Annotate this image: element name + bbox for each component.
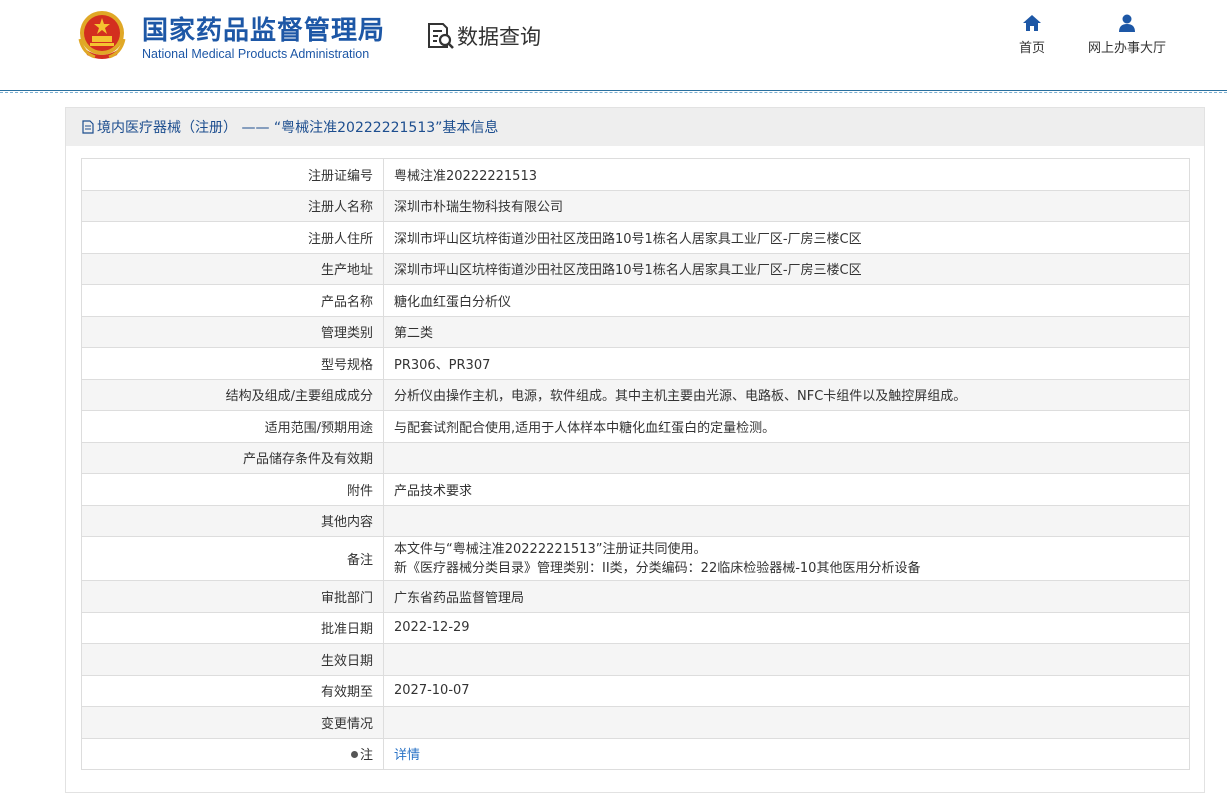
row-key: 注册证编号 xyxy=(81,158,384,191)
row-key: 备注 xyxy=(81,536,384,581)
table-row: 变更情况 xyxy=(81,706,1190,739)
row-key: 有效期至 xyxy=(81,674,384,707)
table-row: 其他内容 xyxy=(81,504,1190,537)
table-row: 有效期至 2027-10-07 xyxy=(81,674,1190,707)
row-value: 详情 xyxy=(383,737,1190,770)
table-row: 产品名称 糖化血红蛋白分析仪 xyxy=(81,284,1190,317)
row-key: 注册人住所 xyxy=(81,221,384,254)
nav-online-service-hall[interactable]: 网上办事大厅 xyxy=(1082,14,1172,56)
table-row: 适用范围/预期用途 与配套试剂配合使用,适用于人体样本中糖化血红蛋白的定量检测。 xyxy=(81,410,1190,443)
row-value: 糖化血红蛋白分析仪 xyxy=(383,284,1190,317)
document-search-icon xyxy=(428,23,454,49)
nav-home-label: 首页 xyxy=(1018,41,1045,56)
row-key: 产品储存条件及有效期 xyxy=(81,441,384,474)
nav-online-service-hall-label: 网上办事大厅 xyxy=(1087,41,1166,56)
row-value: 第二类 xyxy=(383,315,1190,348)
row-key: 变更情况 xyxy=(81,706,384,739)
row-value: 深圳市朴瑞生物科技有限公司 xyxy=(383,189,1190,222)
table-row: 结构及组成/主要组成成分 分析仪由操作主机，电源，软件组成。其中主机主要由光源、电… xyxy=(81,378,1190,411)
row-value: 分析仪由操作主机，电源，软件组成。其中主机主要由光源、电路板、NFC卡组件以及触… xyxy=(383,378,1190,411)
data-query-label: 数据查询 xyxy=(457,25,541,49)
table-row: 备注 本文件与“粤械注准20222221513”注册证共同使用。 新《医疗器械分… xyxy=(81,536,1190,581)
table-row: 生效日期 xyxy=(81,643,1190,676)
row-key: 结构及组成/主要组成成分 xyxy=(81,378,384,411)
row-key: 型号规格 xyxy=(81,347,384,380)
row-key: 附件 xyxy=(81,473,384,506)
row-key: 产品名称 xyxy=(81,284,384,317)
document-icon xyxy=(82,120,94,134)
data-query-link[interactable]: 数据查询 xyxy=(425,20,541,52)
user-icon xyxy=(1119,14,1135,32)
row-value: 与配套试剂配合使用,适用于人体样本中糖化血红蛋白的定量检测。 xyxy=(383,410,1190,443)
row-value: 本文件与“粤械注准20222221513”注册证共同使用。 新《医疗器械分类目录… xyxy=(383,536,1190,581)
national-emblem-logo xyxy=(78,11,126,59)
row-key: 审批部门 xyxy=(81,580,384,613)
row-key: 生产地址 xyxy=(81,252,384,285)
row-key: 注 xyxy=(81,737,384,770)
table-row: 批准日期 2022-12-29 xyxy=(81,611,1190,644)
table-row: 审批部门 广东省药品监督管理局 xyxy=(81,580,1190,613)
note-label: 注 xyxy=(359,748,373,764)
row-value: 广东省药品监督管理局 xyxy=(383,580,1190,613)
site-header: 国家药品监督管理局 National Medical Products Admi… xyxy=(0,0,1227,92)
table-row: 附件 产品技术要求 xyxy=(81,473,1190,506)
site-title: 国家药品监督管理局 xyxy=(142,16,386,46)
row-key: 管理类别 xyxy=(81,315,384,348)
row-value xyxy=(383,706,1190,739)
site-subtitle: National Medical Products Administration xyxy=(142,47,370,61)
row-value: 深圳市坪山区坑梓街道沙田社区茂田路10号1栋名人居家具工业厂区-厂房三楼C区 xyxy=(383,221,1190,254)
table-row: 产品储存条件及有效期 xyxy=(81,441,1190,474)
row-key: 适用范围/预期用途 xyxy=(81,410,384,443)
row-value: 2022-12-29 xyxy=(383,611,1190,644)
bullet-icon xyxy=(350,751,358,759)
remark-line-1: 本文件与“粤械注准20222221513”注册证共同使用。 xyxy=(394,541,707,557)
row-key: 生效日期 xyxy=(81,643,384,676)
row-value: PR306、PR307 xyxy=(383,347,1190,380)
device-info-panel: 境内医疗器械（注册） —— “粤械注准20222221513”基本信息 注册证编… xyxy=(65,107,1205,793)
row-value xyxy=(383,504,1190,537)
table-row: 注 详情 xyxy=(81,737,1190,770)
details-link[interactable]: 详情 xyxy=(394,748,420,763)
row-value: 2027-10-07 xyxy=(383,674,1190,707)
remark-line-2: 新《医疗器械分类目录》管理类别：II类，分类编码：22临床检验器械-10其他医用… xyxy=(394,560,921,576)
panel-title: 境内医疗器械（注册） —— “粤械注准20222221513”基本信息 xyxy=(97,120,499,136)
row-key: 批准日期 xyxy=(81,611,384,644)
row-value xyxy=(383,441,1190,474)
row-value xyxy=(383,643,1190,676)
panel-header: 境内医疗器械（注册） —— “粤械注准20222221513”基本信息 xyxy=(66,108,1204,146)
table-row: 注册人住所 深圳市坪山区坑梓街道沙田社区茂田路10号1栋名人居家具工业厂区-厂房三… xyxy=(81,221,1190,254)
row-key: 注册人名称 xyxy=(81,189,384,222)
table-row: 生产地址 深圳市坪山区坑梓街道沙田社区茂田路10号1栋名人居家具工业厂区-厂房三楼… xyxy=(81,252,1190,285)
table-row: 注册人名称 深圳市朴瑞生物科技有限公司 xyxy=(81,189,1190,222)
table-row: 注册证编号 粤械注准20222221513 xyxy=(81,158,1190,191)
nav-home[interactable]: 首页 xyxy=(1013,14,1051,56)
device-info-table: 注册证编号 粤械注准20222221513 注册人名称 深圳市朴瑞生物科技有限公司 … xyxy=(81,158,1190,770)
header-divider xyxy=(0,90,1227,93)
row-value: 粤械注准20222221513 xyxy=(383,158,1190,191)
row-value: 产品技术要求 xyxy=(383,473,1190,506)
table-row: 管理类别 第二类 xyxy=(81,315,1190,348)
home-icon xyxy=(1023,15,1041,31)
row-key: 其他内容 xyxy=(81,504,384,537)
row-value: 深圳市坪山区坑梓街道沙田社区茂田路10号1栋名人居家具工业厂区-厂房三楼C区 xyxy=(383,252,1190,285)
table-row: 型号规格 PR306、PR307 xyxy=(81,347,1190,380)
